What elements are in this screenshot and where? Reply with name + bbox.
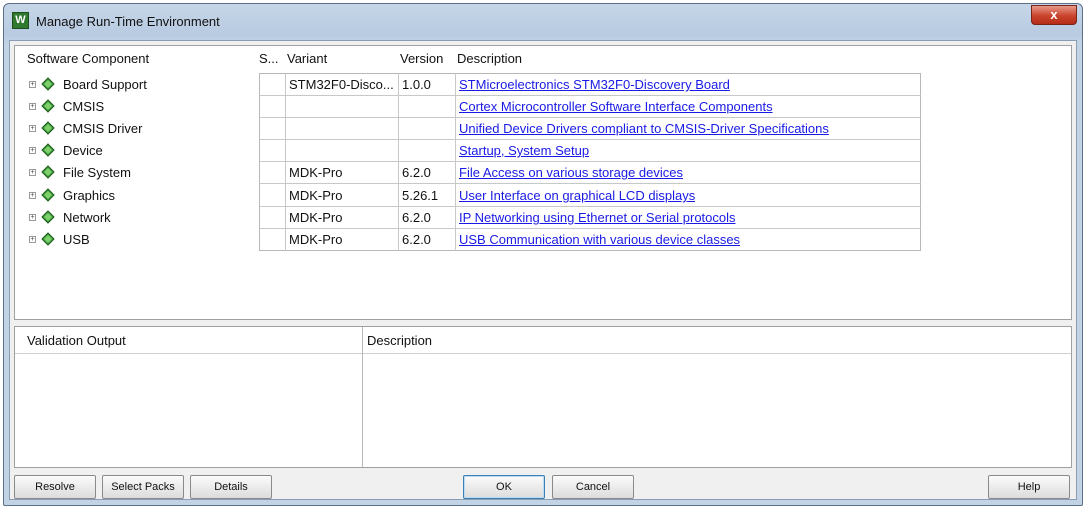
component-description-link[interactable]: STMicroelectronics STM32F0-Discovery Boa… (459, 77, 730, 92)
expand-icon[interactable]: + (29, 214, 36, 221)
component-row-graphics[interactable]: + Graphics MDK-Pro 5.26.1 User Interface… (15, 185, 1071, 207)
component-description-link[interactable]: Cortex Microcontroller Software Interfac… (459, 99, 773, 114)
header-selection[interactable]: S... (259, 51, 279, 66)
component-version[interactable]: 1.0.0 (402, 77, 431, 92)
validation-description-header[interactable]: Description (367, 333, 432, 348)
component-description-link[interactable]: IP Networking using Ethernet or Serial p… (459, 210, 736, 225)
component-row-board-support[interactable]: + Board Support STM32F0-Disco... 1.0.0 S… (15, 74, 1071, 96)
component-name: Device (63, 143, 103, 158)
cancel-button[interactable]: Cancel (552, 475, 634, 499)
component-version[interactable]: 6.2.0 (402, 210, 431, 225)
component-name: File System (63, 165, 131, 180)
component-row-device[interactable]: + Device Startup, System Setup (15, 140, 1071, 162)
ok-button[interactable]: OK (463, 475, 545, 499)
component-row-cmsis-driver[interactable]: + CMSIS Driver Unified Device Drivers co… (15, 118, 1071, 140)
component-version[interactable]: 6.2.0 (402, 232, 431, 247)
component-gem-icon (41, 121, 55, 135)
validation-panel: Validation Output Description (14, 326, 1072, 468)
expand-icon[interactable]: + (29, 236, 36, 243)
header-software-component[interactable]: Software Component (27, 51, 149, 66)
component-name: Graphics (63, 188, 116, 203)
component-description-link[interactable]: Unified Device Drivers compliant to CMSI… (459, 121, 829, 136)
component-name: CMSIS (63, 99, 105, 114)
expand-icon[interactable]: + (29, 103, 36, 110)
details-button[interactable]: Details (190, 475, 272, 499)
expand-icon[interactable]: + (29, 169, 36, 176)
header-variant[interactable]: Variant (287, 51, 327, 66)
validation-column-divider[interactable] (362, 327, 363, 467)
component-gem-icon (41, 99, 55, 113)
component-name: USB (63, 232, 90, 247)
component-gem-icon (41, 165, 55, 179)
expand-icon[interactable]: + (29, 147, 36, 154)
close-button[interactable]: x (1031, 5, 1077, 25)
expand-icon[interactable]: + (29, 125, 36, 132)
component-row-cmsis[interactable]: + CMSIS Cortex Microcontroller Software … (15, 96, 1071, 118)
app-icon: W (12, 12, 29, 29)
component-gem-icon (41, 143, 55, 157)
component-row-network[interactable]: + Network MDK-Pro 6.2.0 IP Networking us… (15, 207, 1071, 229)
component-description-link[interactable]: File Access on various storage devices (459, 165, 683, 180)
component-row-usb[interactable]: + USB MDK-Pro 6.2.0 USB Communication wi… (15, 229, 1071, 251)
manage-rte-window: W Manage Run-Time Environment x Software… (3, 3, 1083, 506)
dialog-client-area: Software Component S... Variant Version … (9, 40, 1077, 500)
component-description-link[interactable]: User Interface on graphical LCD displays (459, 188, 695, 203)
component-variant[interactable]: MDK-Pro (289, 210, 395, 225)
help-button[interactable]: Help (988, 475, 1070, 499)
component-variant[interactable]: MDK-Pro (289, 188, 395, 203)
expand-icon[interactable]: + (29, 81, 36, 88)
component-gem-icon (41, 232, 55, 246)
component-variant[interactable]: STM32F0-Disco... (289, 77, 395, 92)
component-name: Board Support (63, 77, 147, 92)
component-tree-panel: Software Component S... Variant Version … (14, 45, 1072, 320)
component-row-file-system[interactable]: + File System MDK-Pro 6.2.0 File Access … (15, 162, 1071, 184)
component-variant[interactable]: MDK-Pro (289, 232, 395, 247)
header-description[interactable]: Description (457, 51, 522, 66)
component-gem-icon (41, 77, 55, 91)
select-packs-button[interactable]: Select Packs (102, 475, 184, 499)
component-name: Network (63, 210, 111, 225)
component-variant[interactable]: MDK-Pro (289, 165, 395, 180)
expand-icon[interactable]: + (29, 192, 36, 199)
component-description-link[interactable]: Startup, System Setup (459, 143, 589, 158)
component-version[interactable]: 5.26.1 (402, 188, 438, 203)
component-description-link[interactable]: USB Communication with various device cl… (459, 232, 740, 247)
validation-output-header[interactable]: Validation Output (27, 333, 126, 348)
component-name: CMSIS Driver (63, 121, 143, 136)
component-version[interactable]: 6.2.0 (402, 165, 431, 180)
title-bar[interactable]: W Manage Run-Time Environment x (4, 4, 1082, 40)
header-version[interactable]: Version (400, 51, 443, 66)
component-gem-icon (41, 210, 55, 224)
component-gem-icon (41, 188, 55, 202)
window-title: Manage Run-Time Environment (36, 14, 220, 29)
validation-header: Validation Output Description (15, 327, 1071, 354)
resolve-button[interactable]: Resolve (14, 475, 96, 499)
